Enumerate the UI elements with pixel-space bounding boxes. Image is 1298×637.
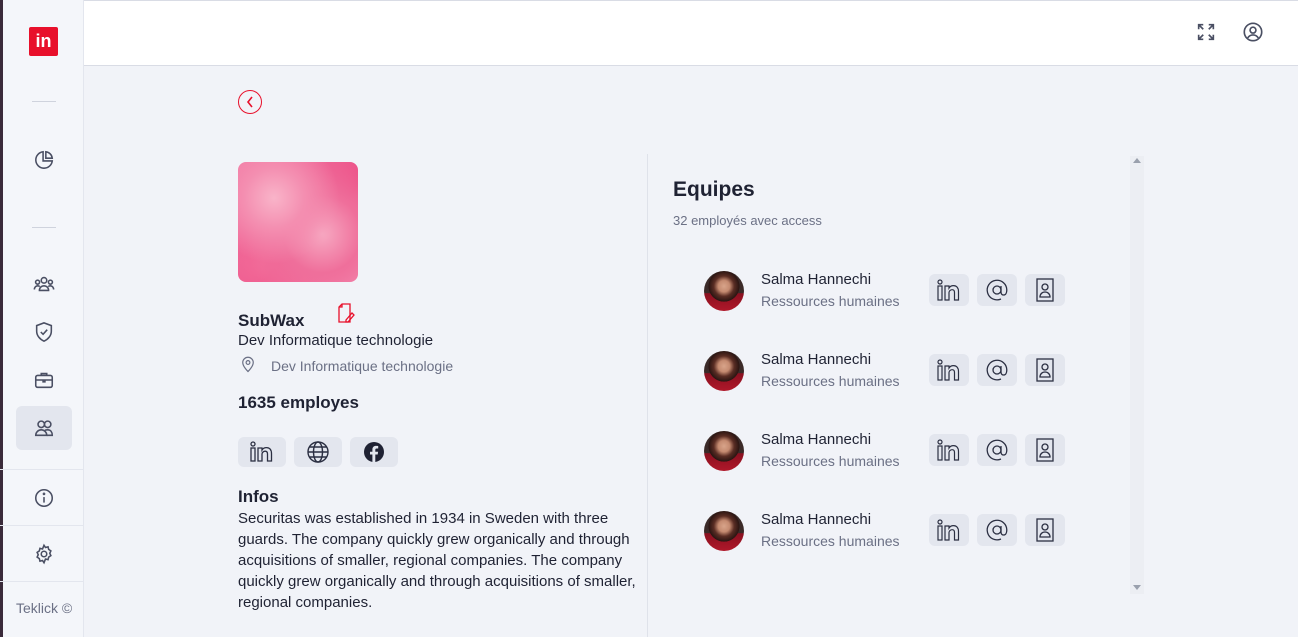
info-icon [34,488,54,508]
window-edge [0,0,3,637]
back-button[interactable] [238,90,262,114]
sidebar-separator [32,227,56,228]
contact-card-icon [1036,358,1054,382]
edit-company-button[interactable] [333,301,357,325]
member-role: Ressources humaines [761,533,900,549]
scroll-down-arrow[interactable] [1133,585,1141,590]
team-scrollbar[interactable] [1130,156,1144,594]
member-email-button[interactable] [977,274,1017,306]
infos-heading: Infos [238,487,279,506]
infos-description: Securitas was established in 1934 in Swe… [238,510,636,611]
sidebar-separator [32,101,56,102]
edit-document-icon [338,303,355,323]
sidebar-item-contacts[interactable] [16,406,72,450]
team-heading: Equipes [673,178,755,201]
team-subtitle: 32 employés avec access [673,213,822,228]
sidebar-item-jobs[interactable] [16,358,72,402]
contacts-icon [34,420,54,437]
shield-check-icon [35,322,53,343]
member-linkedin-button[interactable] [929,274,969,306]
member-role: Ressources humaines [761,453,900,469]
company-location: Dev Informatique technologie [271,358,454,374]
employee-count: 1635 employes [238,393,359,412]
contact-card-icon [1036,438,1054,462]
member-name: Salma Hannechi [761,351,872,368]
sidebar-item-info[interactable] [16,476,72,520]
gear-icon [36,543,52,565]
email-icon [986,359,1008,381]
email-icon [986,439,1008,461]
copyright-text: Teklick © [16,600,73,616]
linkedin-icon [937,359,960,381]
sidebar-item-security[interactable] [16,310,72,354]
top-bar [84,0,1298,66]
member-email-button[interactable] [977,514,1017,546]
member-linkedin-button[interactable] [929,434,969,466]
contact-card-icon [1036,278,1054,302]
sidebar-divider [0,525,84,526]
email-icon [986,519,1008,541]
member-contact-button[interactable] [1025,354,1065,386]
user-circle-icon [1243,22,1263,42]
sidebar: in Teklick © [0,0,84,637]
fullscreen-icon [1197,23,1215,41]
member-name: Salma Hannechi [761,271,872,288]
briefcase-icon [34,372,54,389]
location-pin-icon [239,355,257,373]
team-member-row: Salma Hannechi Ressources humaines [704,511,1104,555]
member-contact-button[interactable] [1025,434,1065,466]
email-icon [986,279,1008,301]
linkedin-icon [937,279,960,301]
linkedin-icon [937,519,960,541]
member-email-button[interactable] [977,354,1017,386]
avatar[interactable] [704,431,744,471]
company-sector: Dev Informatique technologie [238,332,434,349]
sidebar-divider [0,469,84,470]
company-image [238,162,358,282]
chevron-left-icon [246,96,253,108]
team-member-row: Salma Hannechi Ressources humaines [704,271,1104,315]
facebook-button[interactable] [350,437,398,467]
linkedin-button[interactable] [238,437,286,467]
team-member-row: Salma Hannechi Ressources humaines [704,431,1104,475]
member-contact-button[interactable] [1025,514,1065,546]
fullscreen-button[interactable] [1195,21,1219,45]
company-name: SubWax [238,311,305,330]
member-linkedin-button[interactable] [929,354,969,386]
contact-card-icon [1036,518,1054,542]
sidebar-divider [0,581,84,582]
linkedin-icon [937,439,960,461]
sidebar-item-teams[interactable] [16,262,72,306]
sidebar-item-settings[interactable] [16,532,72,576]
member-contact-button[interactable] [1025,274,1065,306]
member-role: Ressources humaines [761,293,900,309]
dashboard-icon [35,150,54,169]
team-member-row: Salma Hannechi Ressources humaines [704,351,1104,395]
globe-icon [307,441,329,463]
panel-divider [647,154,648,637]
avatar[interactable] [704,271,744,311]
users-group-icon [33,276,55,292]
scroll-up-arrow[interactable] [1133,158,1141,163]
user-menu-button[interactable] [1242,21,1266,45]
app-logo[interactable]: in [29,27,58,56]
member-name: Salma Hannechi [761,511,872,528]
sidebar-item-dashboard[interactable] [16,138,72,182]
member-email-button[interactable] [977,434,1017,466]
member-linkedin-button[interactable] [929,514,969,546]
member-role: Ressources humaines [761,373,900,389]
linkedin-icon [250,441,273,462]
member-name: Salma Hannechi [761,431,872,448]
avatar[interactable] [704,511,744,551]
facebook-icon [364,442,384,462]
avatar[interactable] [704,351,744,391]
website-button[interactable] [294,437,342,467]
